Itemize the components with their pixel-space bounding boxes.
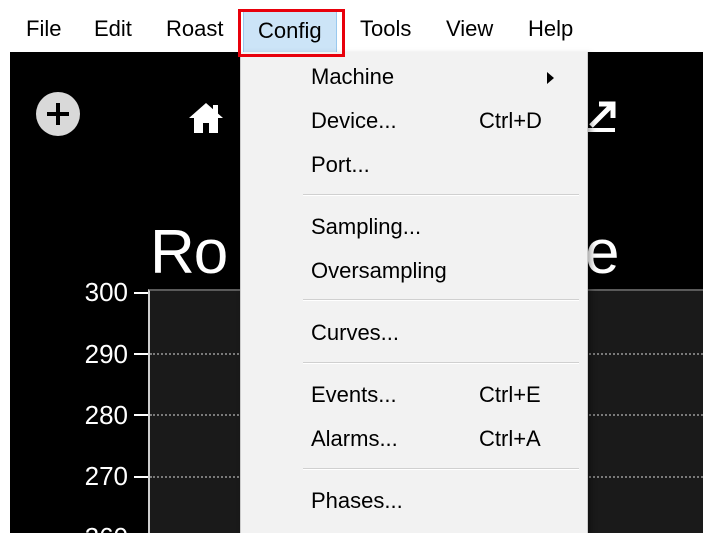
- menu-item-shortcut: Ctrl+A: [479, 426, 541, 451]
- menu-item-label: Device...: [311, 108, 397, 133]
- menu-separator: [303, 468, 579, 470]
- menu-roast[interactable]: Roast: [166, 0, 223, 52]
- plus-icon[interactable]: [36, 92, 80, 136]
- menu-item-shortcut: Ctrl+D: [479, 108, 542, 133]
- y-tick-label: 300: [84, 277, 128, 307]
- menu-item-label: Oversampling: [311, 258, 447, 283]
- y-tick-label: 290: [84, 339, 128, 369]
- menu-separator: [303, 299, 579, 301]
- menu-item-alarms[interactable]: Alarms... Ctrl+A: [241, 417, 587, 461]
- menu-item-machine[interactable]: Machine: [241, 55, 587, 99]
- y-tick-mark: [134, 353, 148, 355]
- artisan-window: Ro e 300 290 280 270 260 File Edit Roast…: [0, 0, 703, 533]
- menu-item-label: Curves...: [311, 320, 400, 345]
- chart-title-fragment: Ro: [150, 218, 228, 287]
- menu-edit[interactable]: Edit: [94, 0, 132, 52]
- y-tick-label: 280: [84, 400, 128, 430]
- y-tick-mark: [134, 292, 148, 294]
- menu-item-events[interactable]: Events... Ctrl+E: [241, 373, 587, 417]
- menu-item-label: Port...: [311, 152, 370, 177]
- home-icon[interactable]: [186, 100, 226, 136]
- menu-item-phases[interactable]: Phases...: [241, 479, 587, 523]
- menu-item-sampling[interactable]: Sampling...: [241, 205, 587, 249]
- y-tick-mark: [134, 476, 148, 478]
- config-dropdown-menu: Machine Device... Ctrl+D Port... Samplin…: [240, 52, 588, 533]
- menu-file[interactable]: File: [26, 0, 61, 52]
- expand-icon[interactable]: [585, 100, 619, 134]
- menu-item-label: Events...: [311, 382, 397, 407]
- menu-item-curves[interactable]: Curves...: [241, 311, 587, 355]
- menu-item-label: Phases...: [311, 488, 403, 513]
- menu-item-port[interactable]: Port...: [241, 143, 587, 187]
- menu-item-device[interactable]: Device... Ctrl+D: [241, 99, 587, 143]
- menu-item-label: Sampling...: [311, 214, 422, 239]
- y-tick-label: 260: [72, 522, 128, 533]
- menu-bar: File Edit Roast Config Tools View Help: [0, 0, 703, 54]
- chart-title-fragment-end: e: [585, 218, 620, 287]
- y-tick-mark: [134, 414, 148, 416]
- menu-separator: [303, 362, 579, 364]
- menu-item-oversampling[interactable]: Oversampling: [241, 249, 587, 293]
- menu-item-shortcut: Ctrl+E: [479, 382, 541, 407]
- menu-separator: [303, 194, 579, 196]
- submenu-arrow-icon: [547, 72, 554, 84]
- menu-view[interactable]: View: [446, 0, 493, 52]
- y-tick-label: 270: [84, 461, 128, 491]
- menu-tools[interactable]: Tools: [360, 0, 411, 52]
- menu-help[interactable]: Help: [528, 0, 573, 52]
- menu-item-label: Machine: [311, 64, 395, 89]
- highlight-box: [238, 9, 345, 57]
- menu-item-label: Alarms...: [311, 426, 398, 451]
